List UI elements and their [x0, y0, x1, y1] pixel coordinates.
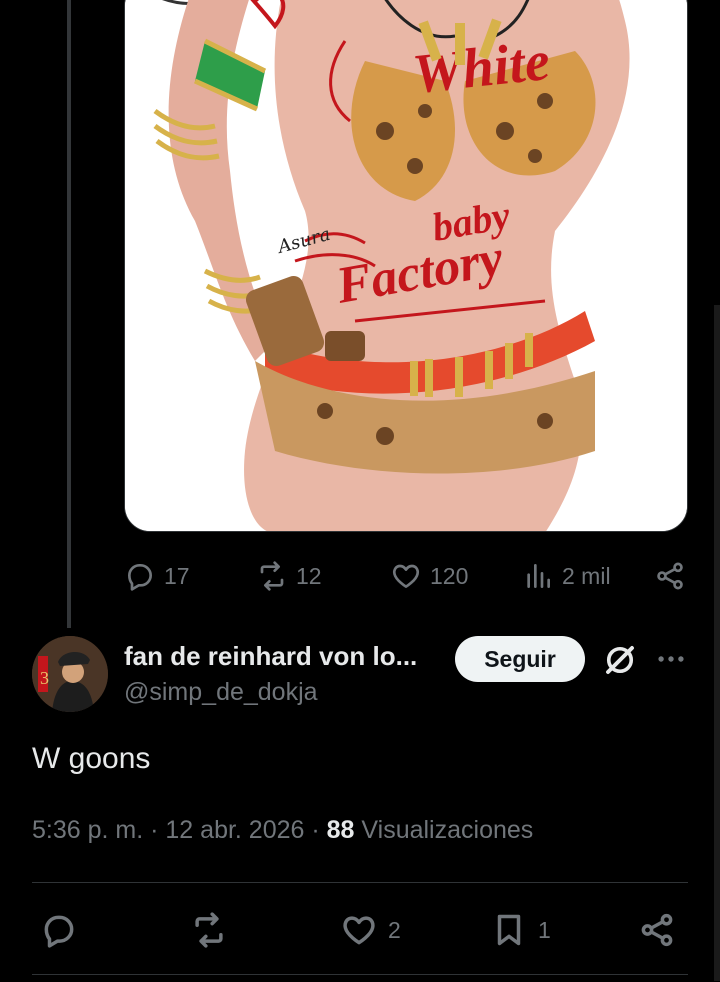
divider: [32, 974, 688, 975]
retweet-count: 12: [296, 562, 322, 589]
like-count: 120: [430, 562, 469, 589]
scrollbar[interactable]: [714, 305, 720, 981]
tweet-time[interactable]: 5:36 p. m.: [32, 816, 143, 844]
share-icon: [641, 913, 673, 947]
meta-separator: ·: [150, 816, 159, 844]
reply-author-header: 3 fan de reinhard von lo... @simp_de_dok…: [32, 636, 692, 716]
reply-count: 17: [164, 562, 190, 589]
like-count: 2: [388, 916, 401, 943]
author-handle[interactable]: @simp_de_dokja: [124, 678, 318, 707]
avatar-image: 3: [32, 636, 108, 712]
bookmark-count: 1: [538, 916, 551, 943]
views-chart-icon: [527, 564, 550, 588]
svg-text:3: 3: [40, 668, 49, 688]
reply-icon: [44, 915, 74, 948]
tweet-media-image[interactable]: White baby Factory Asura: [124, 0, 688, 532]
share-action[interactable]: [654, 556, 686, 596]
share-action[interactable]: [638, 906, 676, 954]
grok-icon[interactable]: [602, 642, 638, 678]
tweet-text: W goons: [32, 742, 151, 775]
reply-icon: [128, 564, 152, 591]
tweet-views-label[interactable]: Visualizaciones: [361, 816, 533, 844]
tweet-date[interactable]: 12 abr. 2026: [165, 816, 304, 844]
follow-button[interactable]: Seguir: [455, 636, 585, 682]
author-display-name[interactable]: fan de reinhard von lo...: [124, 641, 417, 672]
tweet-detail-page: White baby Factory Asura 17 12 120 2 mil…: [0, 0, 720, 982]
tweet-views-count[interactable]: 88: [327, 816, 355, 844]
divider: [32, 882, 688, 883]
like-action[interactable]: 2: [340, 906, 401, 954]
more-dots-icon[interactable]: [654, 642, 688, 676]
tweet-actions: 2 1: [32, 906, 692, 954]
share-icon: [657, 562, 683, 590]
parent-tweet-actions: 17 12 120 2 mil: [124, 556, 694, 596]
views-action[interactable]: 2 mil: [522, 556, 611, 596]
bookmark-icon: [497, 914, 521, 946]
reply-action[interactable]: [40, 906, 78, 954]
tweet-meta: 5:36 p. m. · 12 abr. 2026 · 88 Visualiza…: [32, 816, 533, 845]
reply-action[interactable]: 17: [124, 556, 190, 596]
heart-icon: [392, 564, 420, 588]
thread-connector-line: [67, 0, 71, 628]
heart-icon: [343, 916, 375, 945]
meta-separator: ·: [311, 816, 320, 844]
retweet-action[interactable]: [190, 906, 228, 954]
retweet-action[interactable]: 12: [256, 556, 322, 596]
bookmark-action[interactable]: 1: [490, 906, 551, 954]
views-count: 2 mil: [562, 562, 611, 589]
like-action[interactable]: 120: [390, 556, 468, 596]
retweet-icon: [195, 912, 223, 948]
retweet-icon: [260, 561, 284, 591]
artwork-illustration: White baby Factory Asura: [125, 0, 687, 531]
avatar[interactable]: 3: [32, 636, 108, 712]
